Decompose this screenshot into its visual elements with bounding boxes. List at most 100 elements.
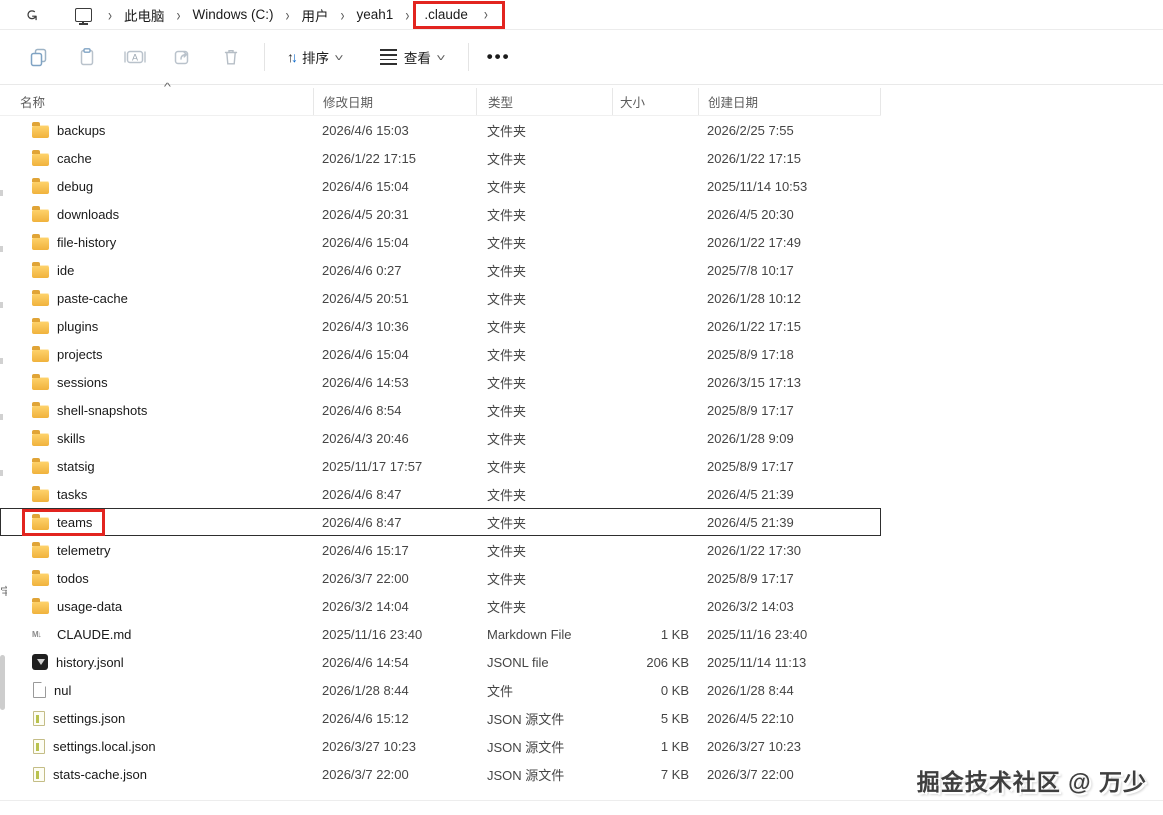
file-type: 文件夹 <box>487 375 527 391</box>
column-header-name[interactable]: 名称 <box>0 88 313 115</box>
file-name: usage-data <box>57 598 123 614</box>
table-row[interactable]: tasks 2026/4/6 8:47 文件夹 2026/4/5 21:39 <box>0 480 881 508</box>
table-row[interactable]: plugins 2026/4/3 10:36 文件夹 2026/1/22 17:… <box>0 312 881 340</box>
table-row[interactable]: ide 2026/4/6 0:27 文件夹 2025/7/8 10:17 <box>0 256 881 284</box>
table-row[interactable]: skills 2026/4/3 20:46 文件夹 2026/1/28 9:09 <box>0 424 881 452</box>
date-created: 2026/1/22 17:49 <box>707 234 801 250</box>
file-size: 1 KB <box>660 738 689 754</box>
table-row[interactable]: sessions 2026/4/6 14:53 文件夹 2026/3/15 17… <box>0 368 881 396</box>
file-type: 文件夹 <box>487 515 527 531</box>
monitor-icon <box>74 7 92 25</box>
table-row[interactable]: debug 2026/4/6 15:04 文件夹 2025/11/14 10:5… <box>0 172 881 200</box>
sort-button[interactable]: ↑↓ 排序 ˅ <box>275 40 354 74</box>
share-button[interactable] <box>168 42 198 72</box>
column-header-size[interactable]: 大小 <box>612 88 698 115</box>
file-type: 文件夹 <box>487 151 527 167</box>
file-type: JSON 源文件 <box>487 767 565 783</box>
folder-icon <box>32 233 49 250</box>
date-modified: 2026/4/6 15:03 <box>322 122 409 138</box>
column-header-modified[interactable]: 修改日期 <box>313 88 476 115</box>
table-row[interactable]: todos 2026/3/7 22:00 文件夹 2025/8/9 17:17 <box>0 564 881 592</box>
toolbar-divider <box>264 43 265 71</box>
breadcrumb-yeah1[interactable]: yeah1 <box>357 7 394 22</box>
this-pc-button[interactable] <box>70 3 96 27</box>
table-row[interactable]: CLAUDE.md 2025/11/16 23:40 Markdown File… <box>0 620 881 648</box>
file-name: todos <box>57 570 89 586</box>
table-row[interactable]: settings.local.json 2026/3/27 10:23 JSON… <box>0 732 881 760</box>
delete-button[interactable] <box>216 42 246 72</box>
chevron-right-icon: › <box>483 4 488 24</box>
date-created: 2026/4/5 20:30 <box>707 206 794 222</box>
file-name: debug <box>57 178 94 194</box>
folder-icon <box>32 457 49 474</box>
table-row[interactable]: downloads 2026/4/5 20:31 文件夹 2026/4/5 20… <box>0 200 881 228</box>
table-row[interactable]: telemetry 2026/4/6 15:17 文件夹 2026/1/22 1… <box>0 536 881 564</box>
file-size: 0 KB <box>660 682 689 698</box>
tree-chevron-icon <box>0 414 3 420</box>
json-icon <box>33 738 45 754</box>
file-name: teams <box>57 514 93 530</box>
breadcrumb-this-pc[interactable]: 此电脑 <box>124 5 165 25</box>
date-modified: 2026/3/27 10:23 <box>322 738 416 754</box>
table-row[interactable]: stats-cache.json 2026/3/7 22:00 JSON 源文件… <box>0 760 881 788</box>
table-row[interactable]: file-history 2026/4/6 15:04 文件夹 2026/1/2… <box>0 228 881 256</box>
date-created: 2026/3/27 10:23 <box>707 738 801 754</box>
file-name: ide <box>57 262 75 278</box>
table-row[interactable]: backups 2026/4/6 15:03 文件夹 2026/2/25 7:5… <box>0 116 881 144</box>
table-row[interactable]: settings.json 2026/4/6 15:12 JSON 源文件 5 … <box>0 704 881 732</box>
column-header-row: ^ 名称 修改日期 类型 大小 创建日期 <box>0 82 881 116</box>
file-name: file-history <box>57 234 117 250</box>
table-row[interactable]: statsig 2025/11/17 17:57 文件夹 2025/8/9 17… <box>0 452 881 480</box>
paste-button[interactable] <box>72 42 102 72</box>
table-row[interactable]: projects 2026/4/6 15:04 文件夹 2025/8/9 17:… <box>0 340 881 368</box>
date-created: 2026/4/5 22:10 <box>707 710 794 726</box>
column-header-created[interactable]: 创建日期 <box>698 88 881 115</box>
date-created: 2025/8/9 17:17 <box>707 458 794 474</box>
date-created: 2026/1/28 8:44 <box>707 682 794 698</box>
folder-icon <box>32 289 49 306</box>
refresh-button[interactable]: ↻ <box>18 3 44 27</box>
date-modified: 2026/4/6 15:04 <box>322 178 409 194</box>
breadcrumb-users[interactable]: 用户 <box>302 5 329 25</box>
folder-icon <box>32 597 49 614</box>
chevron-down-icon: ˅ <box>436 52 446 64</box>
chevron-right-icon: › <box>108 5 112 24</box>
date-modified: 2026/4/6 15:12 <box>322 710 409 726</box>
date-created: 2026/1/22 17:15 <box>707 318 801 334</box>
file-size: 1 KB <box>660 626 689 642</box>
file-name: skills <box>57 430 86 446</box>
rename-button[interactable]: A <box>120 42 150 72</box>
table-row[interactable]: paste-cache 2026/4/5 20:51 文件夹 2026/1/28… <box>0 284 881 312</box>
file-name: telemetry <box>57 542 111 558</box>
file-name: settings.local.json <box>53 738 156 754</box>
table-row[interactable]: shell-snapshots 2026/4/6 8:54 文件夹 2025/8… <box>0 396 881 424</box>
folder-icon <box>32 177 49 194</box>
breadcrumb-drive-c[interactable]: Windows (C:) <box>193 7 274 22</box>
toolbar-divider <box>467 43 469 71</box>
file-type: 文件夹 <box>487 263 527 279</box>
view-button[interactable]: 查看 ˅ <box>368 40 456 74</box>
date-modified: 2026/4/6 8:47 <box>322 514 402 530</box>
refresh-icon: ↻ <box>21 8 39 21</box>
file-type: 文件 <box>487 683 514 699</box>
table-row[interactable]: usage-data 2026/3/2 14:04 文件夹 2026/3/2 1… <box>0 592 881 620</box>
table-row[interactable]: teams 2026/4/6 8:47 文件夹 2026/4/5 21:39 <box>0 508 881 536</box>
folder-icon <box>32 261 49 278</box>
table-row[interactable]: nul 2026/1/28 8:44 文件 0 KB 2026/1/28 8:4… <box>0 676 881 704</box>
copy-button[interactable] <box>24 42 54 72</box>
table-row[interactable]: cache 2026/1/22 17:15 文件夹 2026/1/22 17:1… <box>0 144 881 172</box>
tree-chevron-icon <box>0 358 3 364</box>
date-created: 2025/8/9 17:18 <box>707 346 794 362</box>
table-row[interactable]: history.jsonl 2026/4/6 14:54 JSONL file … <box>0 648 881 676</box>
file-icon <box>33 682 46 698</box>
file-size: 5 KB <box>660 710 689 726</box>
json-icon <box>33 710 45 726</box>
folder-icon <box>32 485 49 502</box>
breadcrumb-claude[interactable]: .claude <box>424 7 468 22</box>
date-modified: 2026/4/3 20:46 <box>322 430 409 446</box>
more-options-button[interactable]: ••• <box>479 47 519 67</box>
folder-icon <box>32 429 49 446</box>
file-type: 文件夹 <box>487 403 527 419</box>
column-header-type[interactable]: 类型 <box>476 88 612 115</box>
nav-pane-scrollbar[interactable] <box>0 655 5 710</box>
